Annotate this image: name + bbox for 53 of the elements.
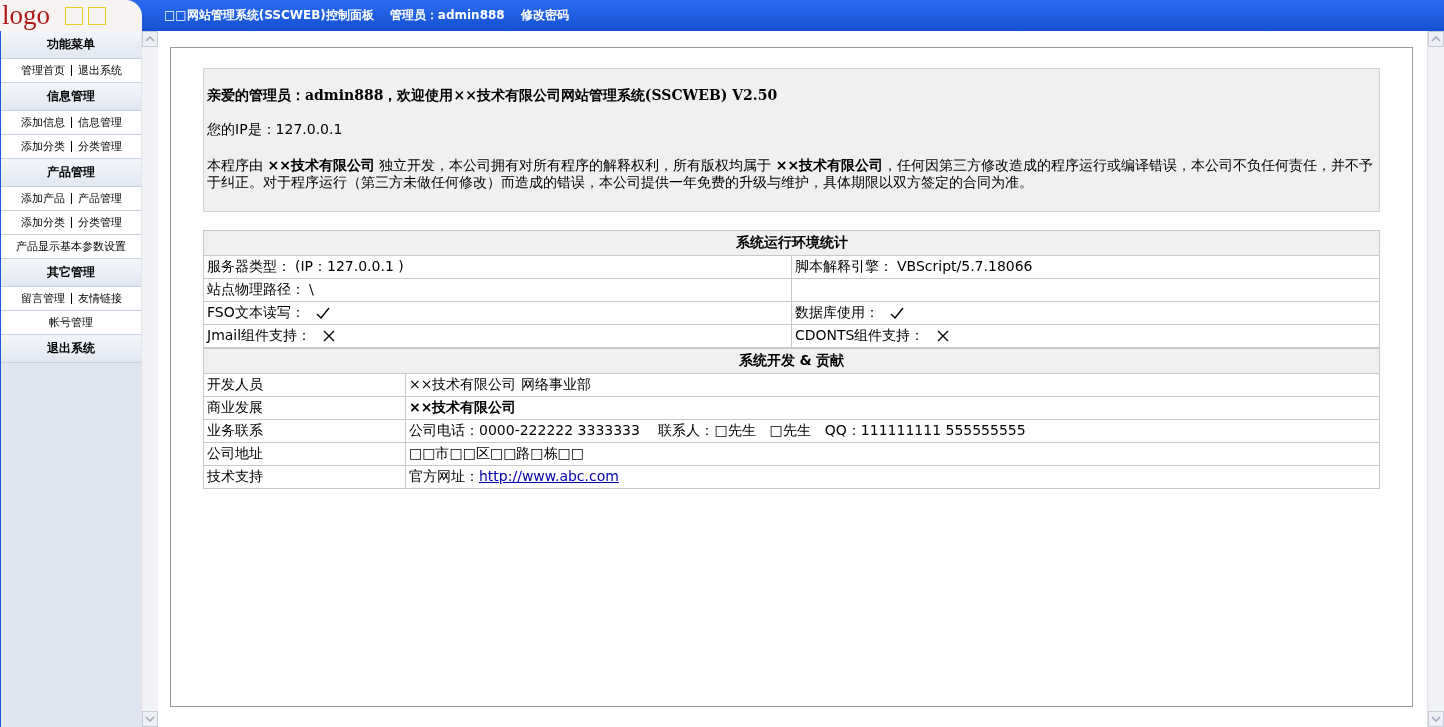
table-cell: FSO文本读写： bbox=[203, 301, 792, 325]
table-heading: 系统运行环境统计 bbox=[203, 230, 1380, 256]
table-heading: 系统开发 & 贡献 bbox=[203, 348, 1380, 374]
menu-link[interactable]: 管理首页 bbox=[20, 63, 65, 78]
menu-link[interactable]: 退出系统 bbox=[77, 63, 122, 78]
table-cell: 服务器类型： (IP：127.0.0.1 ) bbox=[203, 255, 792, 279]
table-cell: 业务联系 bbox=[203, 419, 406, 443]
menu-link[interactable]: 添加分类 bbox=[20, 215, 65, 230]
placeholder-icon bbox=[88, 6, 106, 25]
table-cell: 官方网址： bbox=[409, 468, 479, 484]
table-cell: 技术支持 bbox=[203, 465, 406, 489]
scroll-down-icon[interactable] bbox=[142, 711, 158, 727]
scroll-up-icon[interactable] bbox=[1428, 31, 1444, 47]
change-password-link[interactable]: 修改密码 bbox=[520, 7, 569, 24]
table-cell: Jmail组件支持： bbox=[203, 324, 792, 348]
menu-section-title[interactable]: 功能菜单 bbox=[1, 31, 141, 59]
table-cell: 开发人员 bbox=[203, 373, 406, 397]
menu-link[interactable]: 帐号管理 bbox=[49, 315, 93, 330]
scroll-up-icon[interactable] bbox=[142, 31, 158, 47]
menu-link[interactable]: 分类管理 bbox=[77, 139, 122, 154]
panel-title: □□网站管理系统(SSCWEB)控制面板 bbox=[164, 7, 374, 24]
scrollbar[interactable] bbox=[1427, 31, 1444, 727]
table-cell: CDONTS组件支持： bbox=[791, 324, 1380, 348]
table-cell: ××技术有限公司 网络事业部 bbox=[405, 373, 1380, 397]
menu-link[interactable]: 友情链接 bbox=[77, 291, 122, 306]
menu-section-title[interactable]: 产品管理 bbox=[1, 159, 141, 187]
menu-link[interactable]: 添加分类 bbox=[20, 139, 65, 154]
menu-link[interactable]: 留言管理 bbox=[20, 291, 65, 306]
menu-link[interactable]: 添加产品 bbox=[20, 191, 65, 206]
welcome-heading: 亲爱的管理员：admin888，欢迎使用××技术有限公司网站管理系统(SSCWEB) V2.50 bbox=[207, 87, 779, 105]
table-cell: ××技术有限公司 bbox=[405, 396, 1380, 420]
table-cell: 商业发展 bbox=[203, 396, 406, 420]
table-cell: 公司地址 bbox=[203, 442, 406, 466]
scroll-down-icon[interactable] bbox=[1428, 711, 1444, 727]
menu-link[interactable]: 添加信息 bbox=[20, 115, 65, 130]
menu-link[interactable]: 产品管理 bbox=[77, 191, 122, 206]
menu-section-title[interactable]: 退出系统 bbox=[1, 335, 141, 363]
menu-link[interactable]: 信息管理 bbox=[77, 115, 122, 130]
menu-section-title[interactable]: 其它管理 bbox=[1, 259, 141, 287]
menu-link[interactable]: 分类管理 bbox=[77, 215, 122, 230]
table-cell: 站点物理路径： \ bbox=[203, 278, 792, 302]
table-cell: □□市□□区□□路□栋□□ bbox=[405, 442, 1380, 466]
table-cell: 脚本解释引擎： VBScript/5.7.18066 bbox=[791, 255, 1380, 279]
scrollbar[interactable] bbox=[141, 31, 158, 727]
menu-section-title[interactable]: 信息管理 bbox=[1, 83, 141, 111]
copyright-notice: 本程序由 ××技术有限公司 独立开发，本公司拥有对所有程序的解释权利，所有版权均属于 ××技术有限公司，任何因第三方修改造成的程序运行或编译错误，本公司不负任何责任，并不予于纠正。对于程序运行（第三方未做任何修改）而造成的错误，本公司提供一年免费的升级与维护，具体期限以双方签定的合同为准。 bbox=[207, 157, 1375, 191]
placeholder-icon bbox=[65, 6, 83, 25]
table-cell: 公司电话：0000-222222 3333333 联系人：□先生 □先生 QQ：111111111 555555555 bbox=[405, 419, 1380, 443]
ip-text: 您的IP是：127.0.0.1 bbox=[207, 121, 344, 139]
website-link[interactable]: http://www.abc.com bbox=[479, 468, 619, 484]
logo: logo bbox=[2, 2, 50, 29]
table-cell: 数据库使用： bbox=[791, 301, 1380, 325]
admin-label: 管理员：admin888 bbox=[389, 7, 505, 24]
